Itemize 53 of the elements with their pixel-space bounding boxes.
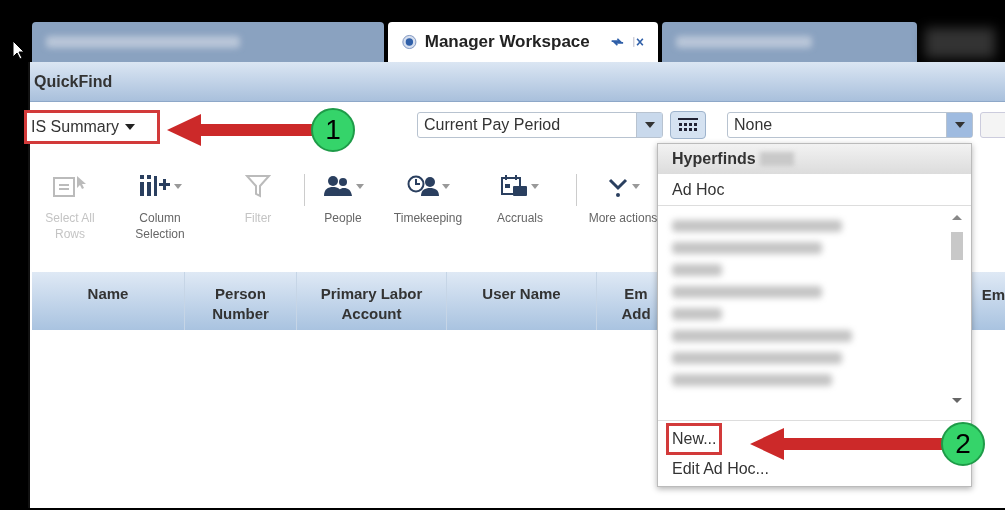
blurred-list-item[interactable] [672, 374, 832, 386]
column-header: Em Add [620, 284, 652, 324]
menu-item[interactable]: Edit Ad Hoc... [672, 456, 769, 481]
query-menu[interactable]: IS Summary [24, 110, 160, 144]
blurred-list-item[interactable] [672, 308, 722, 320]
caret-icon [125, 124, 135, 130]
filter-icon [245, 174, 271, 198]
dropdown-toggle[interactable] [946, 113, 972, 137]
toolbar-button[interactable]: Timekeeping [388, 172, 468, 226]
calendar-icon [501, 174, 528, 198]
column-header: Name [86, 284, 130, 304]
period-select[interactable]: Current Pay Period [417, 112, 663, 138]
menu-item[interactable]: New... [666, 422, 723, 455]
blurred-list-item[interactable] [672, 352, 842, 364]
toolbar-button[interactable]: Column Selection [120, 172, 200, 242]
blurred-area [925, 28, 995, 58]
column-header: Em [981, 285, 1005, 305]
close-icon [632, 35, 644, 49]
caret-icon [644, 122, 655, 128]
hyperfind-select[interactable]: None [727, 112, 973, 138]
target-icon [402, 33, 417, 51]
column-header: Primary Labor Account [319, 284, 424, 324]
caret-icon [954, 122, 965, 128]
clock-person-icon [406, 174, 439, 198]
caret-icon [531, 183, 539, 189]
menu-header: Hyperfinds [672, 149, 756, 169]
grid-icon [678, 118, 698, 132]
columns-icon [138, 174, 171, 198]
panel-title: QuickFind [34, 71, 113, 92]
blurred-list-item[interactable] [672, 330, 852, 342]
caret-icon [173, 183, 182, 189]
tab-label: Manager Workspace [424, 31, 590, 54]
column-header: Person Number [211, 284, 270, 324]
tab[interactable] [32, 22, 384, 62]
blurred-list-item[interactable] [672, 264, 722, 276]
column-header: User Name [481, 284, 562, 304]
tab[interactable] [662, 22, 917, 62]
blurred-list-item[interactable] [672, 286, 822, 298]
select-rows-icon [53, 174, 87, 198]
caret-icon [441, 183, 450, 189]
people-icon [322, 174, 353, 198]
tab[interactable]: Manager Workspace [388, 22, 658, 62]
grid-button[interactable] [670, 111, 706, 139]
caret-icon [355, 183, 364, 189]
blurred-list-item[interactable] [672, 220, 842, 232]
toolbar-button[interactable]: People [303, 172, 383, 226]
pointer-icon [12, 40, 26, 60]
blurred-list-item[interactable] [672, 242, 822, 254]
menu-item[interactable]: Ad Hoc [658, 174, 971, 206]
caret-icon [631, 183, 640, 189]
blurred-text [759, 152, 794, 166]
step-badge: 1 [311, 108, 355, 152]
toolbar-button[interactable]: Accruals [480, 172, 560, 226]
